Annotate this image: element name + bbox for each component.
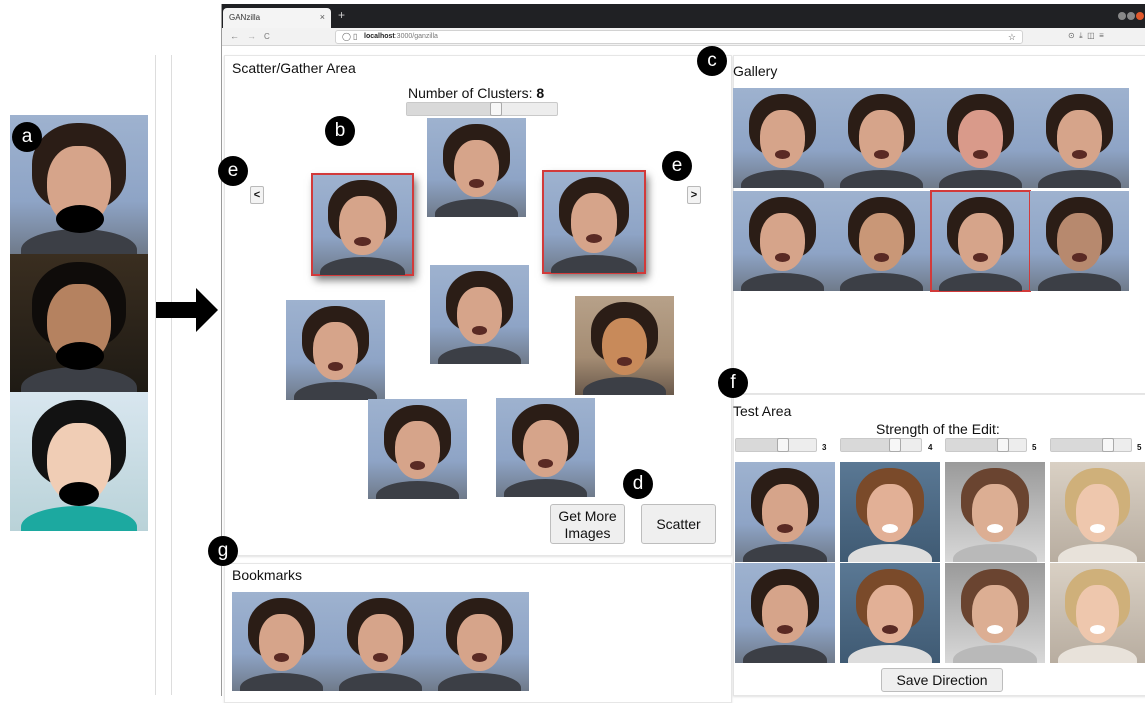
cluster-image[interactable]: [286, 300, 385, 400]
cluster-image[interactable]: [496, 398, 595, 497]
tab-close-icon[interactable]: ×: [320, 12, 325, 22]
marker-c: c: [697, 46, 727, 76]
test-image-original[interactable]: [840, 462, 940, 562]
strength-value-3: 5: [1032, 443, 1037, 452]
gallery-image[interactable]: [733, 88, 832, 188]
forward-icon[interactable]: →: [247, 31, 256, 41]
cluster-image-selected[interactable]: [542, 170, 646, 274]
input-face-3: [10, 392, 148, 531]
strength-label: Strength of the Edit:: [876, 421, 1000, 437]
input-face-2: [10, 254, 148, 392]
shield-icon: ◯: [342, 32, 351, 41]
url-path: :3000/ganzilla: [394, 33, 438, 40]
marker-d: d: [623, 469, 653, 499]
bookmark-strip: [232, 592, 529, 691]
test-image-grid: [735, 462, 1145, 663]
left-input-strip: [10, 115, 148, 531]
cluster-image[interactable]: [368, 399, 467, 499]
marker-g: g: [208, 536, 238, 566]
browser-tab[interactable]: GANzilla ×: [223, 8, 331, 28]
gallery-image-selected[interactable]: [930, 190, 1031, 292]
mouth-mask: [59, 482, 99, 506]
bookmark-image[interactable]: [331, 592, 430, 691]
strength-value-1: 3: [822, 443, 827, 452]
test-image-original[interactable]: [945, 462, 1045, 562]
page-icon: ▯: [353, 32, 358, 41]
gallery-image[interactable]: [931, 88, 1030, 188]
strength-slider-2[interactable]: [840, 438, 922, 452]
test-image-original[interactable]: [735, 462, 835, 562]
gallery-grid: [733, 88, 1145, 292]
url-host: localhost: [364, 33, 395, 40]
back-icon[interactable]: ←: [230, 31, 239, 41]
bookmark-image[interactable]: [430, 592, 529, 691]
clusters-label: Number of Clusters:: [408, 85, 533, 101]
strength-value-2: 4: [928, 443, 933, 452]
bookmark-image[interactable]: [232, 592, 331, 691]
marker-a: a: [12, 122, 42, 152]
marker-f: f: [718, 368, 748, 398]
strength-slider-1[interactable]: [735, 438, 817, 452]
cluster-image-selected[interactable]: [311, 173, 414, 276]
window-controls[interactable]: [1118, 10, 1145, 22]
strength-slider-4[interactable]: [1050, 438, 1132, 452]
prev-page-button[interactable]: <: [250, 186, 264, 204]
cluster-image[interactable]: [575, 296, 674, 395]
test-image-edited[interactable]: [945, 563, 1045, 663]
get-more-line1: Get More: [558, 508, 617, 524]
right-arrow-icon: [156, 302, 198, 318]
tab-title: GANzilla: [229, 13, 261, 22]
save-direction-button[interactable]: Save Direction: [881, 668, 1003, 692]
url-bar[interactable]: ◯ ▯ localhost:3000/ganzilla ☆: [335, 30, 1023, 44]
clusters-slider[interactable]: [406, 102, 558, 116]
browser-titlebar: [222, 4, 1145, 28]
strength-value-4: 5: [1137, 443, 1142, 452]
gallery-image[interactable]: [1030, 88, 1129, 188]
clusters-label-row: Number of Clusters: 8: [408, 85, 544, 101]
test-image-edited[interactable]: [840, 563, 940, 663]
gallery-image[interactable]: [832, 191, 931, 291]
get-more-images-button[interactable]: Get More Images: [550, 504, 625, 544]
right-arrow-head-icon: [196, 288, 218, 332]
marker-e-left: e: [218, 156, 248, 186]
mouth-mask: [56, 205, 104, 233]
test-image-edited[interactable]: [735, 563, 835, 663]
reload-icon[interactable]: C: [264, 32, 270, 41]
bookmarks-title: Bookmarks: [232, 567, 303, 583]
divider: [155, 55, 172, 695]
marker-e-right: e: [662, 151, 692, 181]
cluster-image[interactable]: [427, 118, 526, 217]
clusters-slider-thumb[interactable]: [490, 102, 502, 116]
cluster-image[interactable]: [430, 265, 529, 364]
marker-b: b: [325, 116, 355, 146]
gallery-image[interactable]: [1030, 191, 1129, 291]
gallery-image[interactable]: [832, 88, 931, 188]
test-area-title: Test Area: [733, 403, 792, 419]
toolbar-extensions[interactable]: ⊙ ⤓ ◫ ≡: [1068, 31, 1104, 41]
get-more-line2: Images: [564, 525, 611, 541]
clusters-slider-fill: [407, 103, 496, 115]
strength-slider-3[interactable]: [945, 438, 1027, 452]
scatter-area-title: Scatter/Gather Area: [232, 60, 356, 76]
gallery-image[interactable]: [733, 191, 832, 291]
clusters-value: 8: [536, 85, 545, 101]
gallery-title: Gallery: [733, 63, 778, 79]
next-page-button[interactable]: >: [687, 186, 701, 204]
mouth-mask: [56, 342, 104, 370]
new-tab-button[interactable]: +: [338, 8, 345, 22]
test-image-original[interactable]: [1050, 462, 1145, 562]
test-image-edited[interactable]: [1050, 563, 1145, 663]
scatter-button[interactable]: Scatter: [641, 504, 716, 544]
bookmark-star-icon[interactable]: ☆: [1008, 31, 1016, 43]
